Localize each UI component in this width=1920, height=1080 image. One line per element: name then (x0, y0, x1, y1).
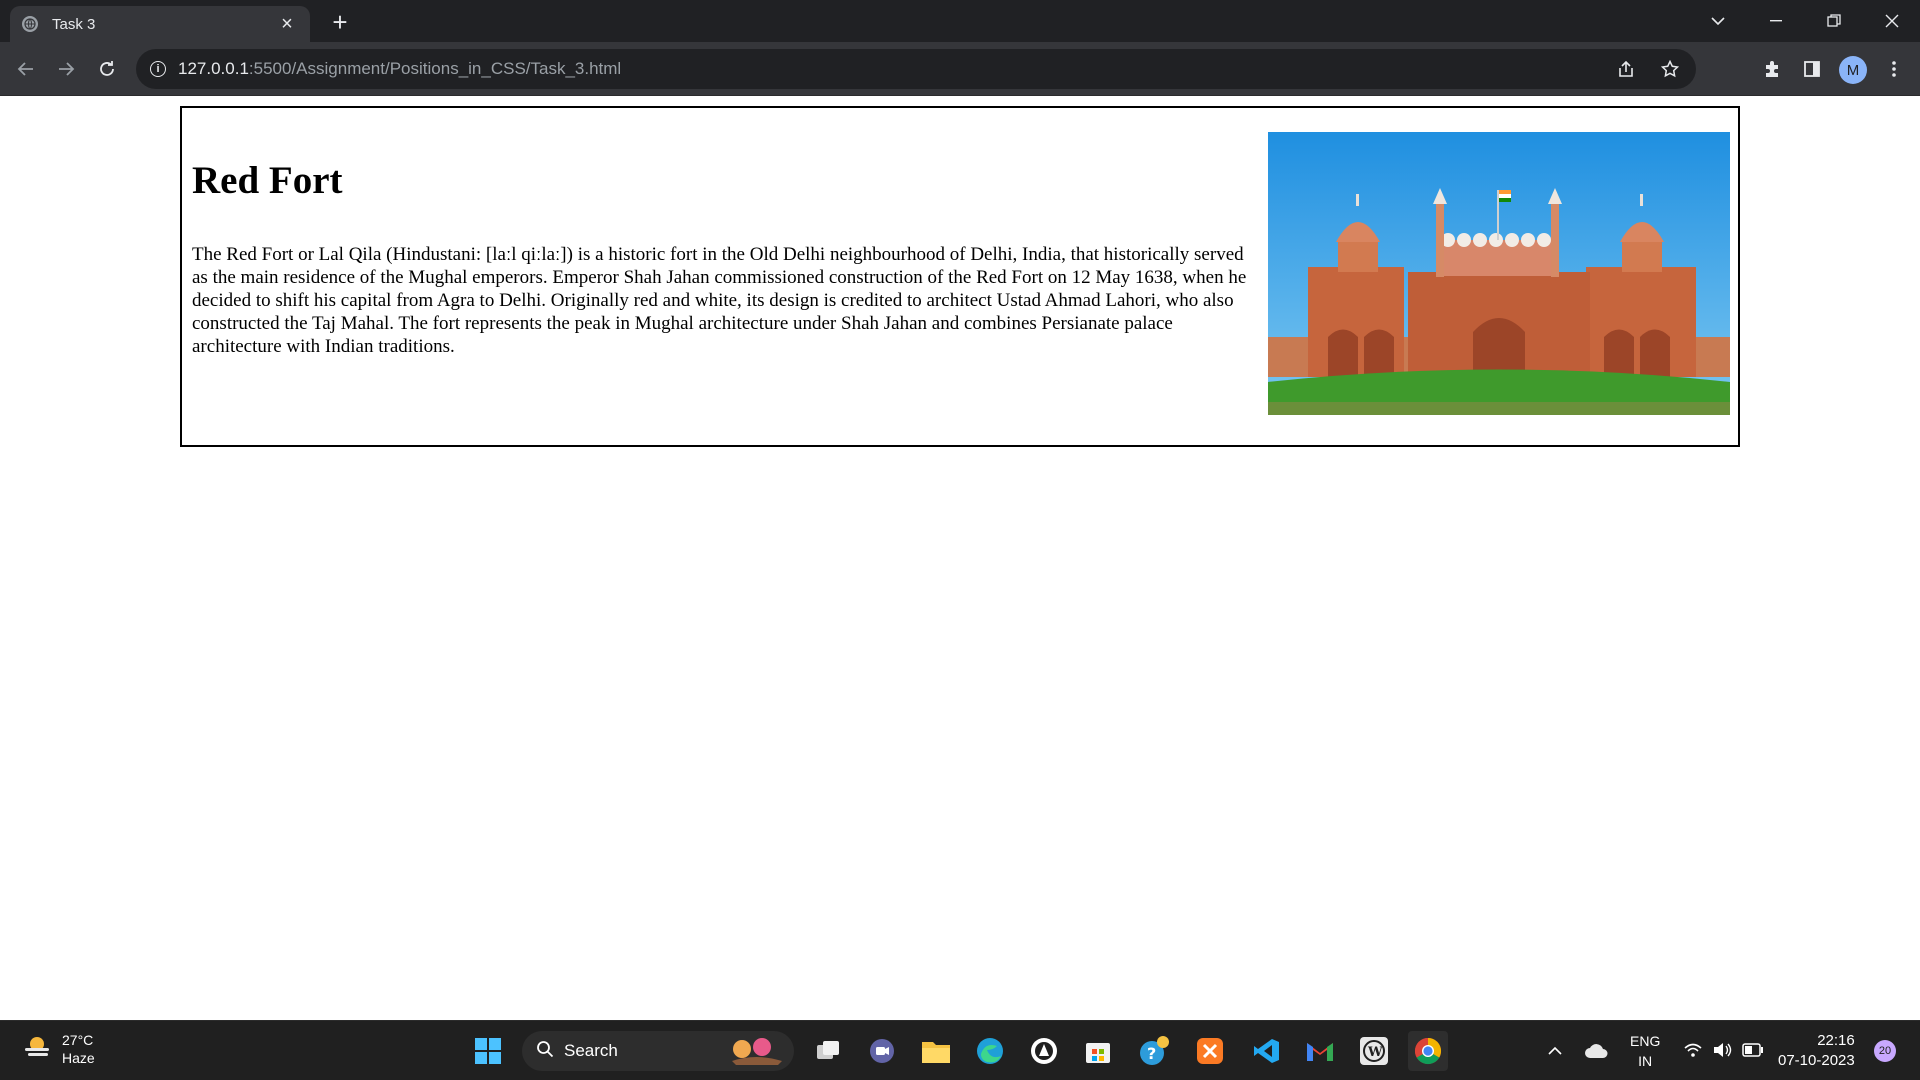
close-tab-icon[interactable]: × (276, 13, 298, 35)
search-highlight-icon (726, 1035, 786, 1072)
page-heading: Red Fort (192, 159, 343, 202)
volume-icon (1712, 1042, 1732, 1061)
clock[interactable]: 22:16 07-10-2023 (1778, 1021, 1855, 1080)
svg-text:W: W (1367, 1045, 1383, 1060)
content-card: Red Fort The Red Fort or Lal Qila (Hindu… (180, 106, 1740, 447)
onedrive-cloud-icon[interactable] (1584, 1021, 1608, 1080)
lang-secondary: IN (1638, 1053, 1653, 1069)
battery-icon (1742, 1042, 1764, 1060)
side-panel-icon[interactable] (1800, 57, 1824, 81)
notification-badge: 20 (1874, 1040, 1896, 1062)
extensions-puzzle-icon[interactable] (1760, 57, 1784, 81)
back-arrow-icon[interactable] (10, 53, 42, 85)
quick-settings[interactable] (1684, 1021, 1764, 1080)
reload-icon[interactable] (91, 53, 123, 85)
new-tab-button[interactable]: + (326, 8, 354, 36)
weather-widget[interactable]: 27°C Haze (22, 1031, 95, 1067)
lang-primary: ENG (1630, 1033, 1661, 1049)
browser-toolbar: i 127.0.0.1:5500/Assignment/Positions_in… (0, 42, 1920, 96)
vscode-icon[interactable] (1246, 1031, 1286, 1071)
address-bar[interactable]: i 127.0.0.1:5500/Assignment/Positions_in… (136, 49, 1696, 89)
tab-search-icon[interactable] (1690, 0, 1746, 42)
gmail-icon[interactable] (1300, 1031, 1340, 1071)
minimize-button[interactable] (1748, 0, 1804, 42)
chrome-icon[interactable] (1408, 1031, 1448, 1071)
search-icon (536, 1040, 554, 1063)
file-explorer-icon[interactable] (916, 1031, 956, 1071)
share-icon[interactable] (1614, 57, 1638, 81)
language-indicator[interactable]: ENG IN (1630, 1021, 1660, 1080)
windows-start-icon[interactable] (468, 1031, 508, 1071)
menu-kebab-icon[interactable] (1882, 57, 1906, 81)
red-fort-image (1268, 132, 1730, 415)
globe-icon (22, 16, 38, 32)
page-paragraph: The Red Fort or Lal Qila (Hindustani: [l… (192, 244, 1247, 357)
edge-browser-icon[interactable] (970, 1031, 1010, 1071)
close-window-button[interactable] (1864, 0, 1920, 42)
teams-chat-icon[interactable] (862, 1031, 902, 1071)
weather-desc: Haze (62, 1050, 95, 1066)
url-path: :5500/Assignment/Positions_in_CSS/Task_3… (248, 59, 622, 78)
url-host: 127.0.0.1 (178, 59, 249, 78)
tab-task-3[interactable]: Task 3 × (10, 6, 310, 42)
tray-chevron-icon[interactable] (1548, 1021, 1562, 1080)
task-view-icon[interactable] (808, 1031, 848, 1071)
taskbar-search-box[interactable]: Search (522, 1031, 794, 1071)
github-desktop-icon[interactable] (1024, 1031, 1064, 1071)
help-app-icon[interactable]: ? (1134, 1031, 1174, 1071)
page-viewport: Red Fort The Red Fort or Lal Qila (Hindu… (0, 96, 1920, 1020)
wifi-icon (1684, 1042, 1702, 1061)
notification-center[interactable]: 20 (1874, 1021, 1896, 1080)
wordpress-local-icon[interactable]: W (1354, 1031, 1394, 1071)
taskbar: 27°C Haze Search ? W ENG IN 22:16 07-10-… (0, 1020, 1920, 1080)
clock-date: 07-10-2023 (1778, 1052, 1855, 1069)
forward-arrow-icon[interactable] (50, 53, 82, 85)
profile-avatar[interactable]: M (1839, 56, 1867, 84)
bookmark-star-icon[interactable] (1658, 57, 1682, 81)
clock-time: 22:16 (1817, 1032, 1855, 1049)
restore-button[interactable] (1806, 0, 1862, 42)
weather-temp: 27°C (62, 1032, 94, 1048)
tab-strip: Task 3 × + (0, 0, 1920, 42)
xampp-icon[interactable] (1190, 1031, 1230, 1071)
tab-title: Task 3 (52, 15, 96, 33)
svg-text:?: ? (1147, 1044, 1156, 1063)
weather-haze-icon (22, 1032, 52, 1067)
site-info-icon[interactable]: i (150, 61, 166, 77)
search-label: Search (564, 1041, 618, 1060)
microsoft-store-icon[interactable] (1078, 1031, 1118, 1071)
